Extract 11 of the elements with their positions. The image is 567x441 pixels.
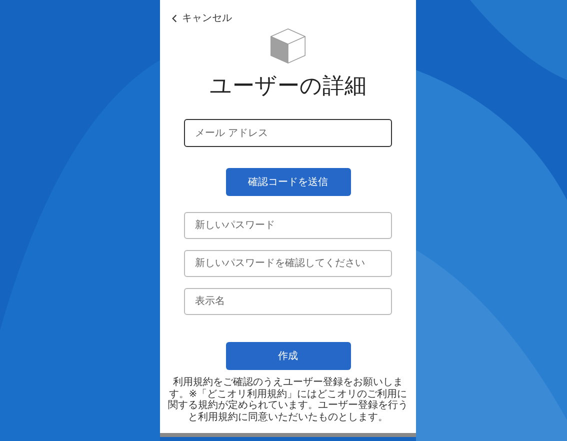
chevron-left-icon bbox=[172, 14, 177, 22]
cube-icon bbox=[268, 27, 308, 65]
create-button[interactable]: 作成 bbox=[226, 342, 350, 370]
email-field[interactable]: メール アドレス bbox=[184, 119, 392, 147]
send-code-button[interactable]: 確認コードを送信 bbox=[226, 168, 350, 196]
input-field[interactable]: 新しいパスワードを確認してください bbox=[184, 250, 392, 277]
terms-notice: 利用規約をご確認のうえユーザー登録をお願いします。※「どこオリ利用規約」にはどこオリのご利用に関する規約が定められています。ユーザー登録を行うと利用規約に同意いただいたものとします。 bbox=[168, 377, 408, 423]
page-title: ユーザーの詳細 bbox=[210, 73, 366, 101]
input-field[interactable]: 新しいパスワード bbox=[184, 212, 392, 239]
input-field[interactable]: 表示名 bbox=[184, 288, 392, 315]
cancel-link[interactable]: キャンセル bbox=[172, 11, 232, 25]
